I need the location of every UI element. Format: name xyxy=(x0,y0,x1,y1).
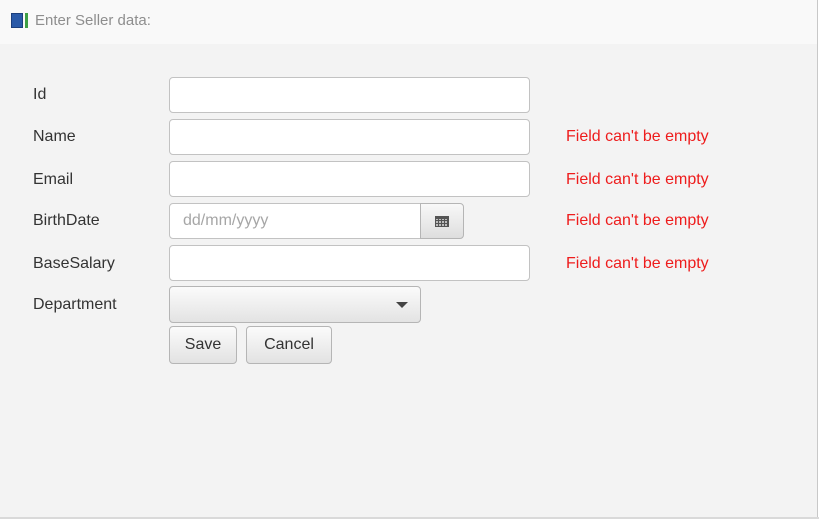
name-field[interactable] xyxy=(169,119,530,155)
birthdate-label: BirthDate xyxy=(33,212,100,229)
seller-form-window: Enter Seller data: Id Name Field can't b… xyxy=(0,0,818,518)
app-window-icon xyxy=(11,13,30,28)
cancel-button[interactable]: Cancel xyxy=(246,326,332,364)
birthdate-field[interactable] xyxy=(169,203,421,239)
email-field[interactable] xyxy=(169,161,530,197)
basesalary-field[interactable] xyxy=(169,245,530,281)
basesalary-error-message: Field can't be empty xyxy=(566,255,709,272)
birthdate-error-message: Field can't be empty xyxy=(566,212,709,229)
department-dropdown[interactable] xyxy=(169,286,421,323)
window-title: Enter Seller data: xyxy=(35,12,151,29)
calendar-icon xyxy=(435,216,449,227)
department-label: Department xyxy=(33,296,117,313)
basesalary-label: BaseSalary xyxy=(33,255,115,272)
name-label: Name xyxy=(33,128,76,145)
chevron-down-icon xyxy=(396,302,408,308)
email-error-message: Field can't be empty xyxy=(566,171,709,188)
date-picker-button[interactable] xyxy=(420,203,464,239)
id-label: Id xyxy=(33,86,47,103)
title-bar: Enter Seller data: xyxy=(0,0,817,44)
id-field[interactable] xyxy=(169,77,530,113)
email-label: Email xyxy=(33,171,74,188)
name-error-message: Field can't be empty xyxy=(566,128,709,145)
save-button[interactable]: Save xyxy=(169,326,237,364)
